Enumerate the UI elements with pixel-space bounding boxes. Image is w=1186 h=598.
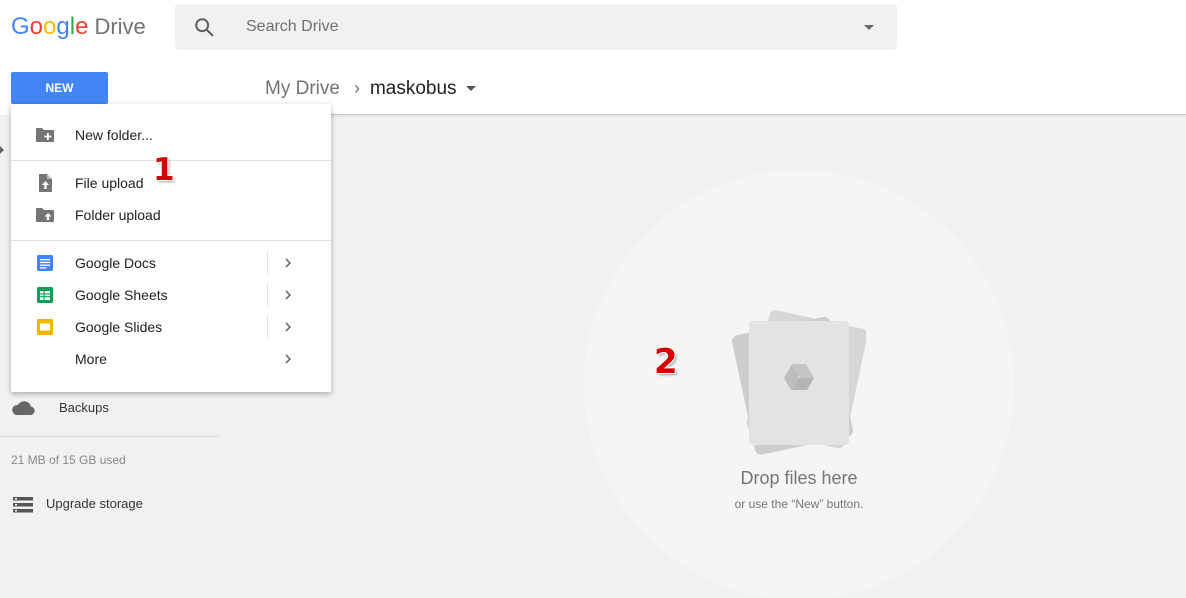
storage-icon bbox=[13, 497, 33, 513]
chevron-right-icon[interactable] bbox=[281, 318, 295, 336]
cloud-icon bbox=[12, 401, 35, 415]
search-icon[interactable] bbox=[193, 16, 215, 38]
chevron-right-icon: › bbox=[353, 78, 360, 98]
menu-item-more[interactable]: More bbox=[11, 343, 331, 375]
google-sheets-icon bbox=[37, 287, 53, 303]
search-options-dropdown-icon[interactable] bbox=[864, 25, 874, 30]
sidebar-divider bbox=[0, 436, 219, 437]
new-button[interactable]: NEW bbox=[11, 72, 108, 104]
menu-item-label: Google Docs bbox=[75, 255, 156, 271]
sidebar-item-backups[interactable]: Backups bbox=[11, 397, 219, 421]
menu-item-google-slides[interactable]: Google Slides bbox=[11, 311, 331, 343]
upgrade-storage-link[interactable]: Upgrade storage bbox=[11, 494, 219, 516]
google-docs-icon bbox=[37, 255, 53, 271]
google-slides-icon bbox=[37, 319, 53, 335]
drop-files-illustration bbox=[732, 310, 866, 455]
file-upload-icon bbox=[39, 174, 52, 192]
product-name: Drive bbox=[94, 14, 146, 39]
menu-item-label: New folder... bbox=[75, 127, 153, 143]
chevron-right-icon[interactable] bbox=[281, 350, 295, 368]
expand-arrow-icon[interactable] bbox=[0, 146, 4, 154]
chevron-right-icon[interactable] bbox=[281, 254, 295, 272]
google-drive-logo[interactable]: Google Drive bbox=[11, 13, 146, 41]
menu-item-label: Google Sheets bbox=[75, 287, 168, 303]
breadcrumb-my-drive[interactable]: My Drive bbox=[265, 78, 340, 99]
menu-divider bbox=[11, 240, 331, 241]
menu-item-divider bbox=[267, 284, 268, 306]
annotation-number-2: 2 bbox=[654, 342, 678, 382]
search-input[interactable]: Search Drive bbox=[246, 18, 338, 36]
menu-item-label: Google Slides bbox=[75, 319, 163, 335]
breadcrumb: My Drive › maskobus bbox=[265, 76, 476, 101]
menu-item-google-sheets[interactable]: Google Sheets bbox=[11, 279, 331, 311]
new-folder-icon bbox=[36, 128, 54, 142]
logo-letter: g bbox=[56, 13, 70, 40]
annotation-number-1: 1 bbox=[153, 152, 175, 188]
menu-item-divider bbox=[267, 316, 268, 338]
chevron-right-icon[interactable] bbox=[281, 286, 295, 304]
menu-item-new-folder[interactable]: New folder... bbox=[11, 119, 331, 151]
logo-letter: o bbox=[43, 13, 57, 40]
menu-item-divider bbox=[267, 252, 268, 274]
logo-letter: e bbox=[75, 13, 89, 40]
menu-item-label: More bbox=[75, 351, 107, 367]
logo-letter: o bbox=[29, 13, 44, 40]
menu-item-label: Folder upload bbox=[75, 207, 161, 223]
logo-letter: G bbox=[11, 13, 30, 40]
folder-options-dropdown-icon[interactable] bbox=[465, 86, 476, 92]
sidebar-item-label: Backups bbox=[59, 400, 109, 415]
upgrade-storage-label: Upgrade storage bbox=[46, 496, 143, 511]
menu-item-google-docs[interactable]: Google Docs bbox=[11, 247, 331, 279]
breadcrumb-current-folder[interactable]: maskobus bbox=[370, 78, 457, 99]
new-menu: New folder... File upload Folder upload … bbox=[11, 104, 331, 392]
top-header: Google Drive Search Drive NEW My Drive › ma… bbox=[0, 0, 1186, 115]
drop-files-title: Drop files here bbox=[740, 468, 858, 488]
folder-upload-icon bbox=[36, 208, 54, 222]
search-bar[interactable]: Search Drive bbox=[175, 4, 897, 50]
menu-item-label: File upload bbox=[75, 175, 144, 191]
drop-files-subtitle: or use the “New” button. bbox=[734, 497, 864, 511]
storage-usage-text: 21 MB of 15 GB used bbox=[11, 453, 126, 467]
header-divider bbox=[220, 114, 1186, 115]
menu-item-folder-upload[interactable]: Folder upload bbox=[11, 199, 331, 231]
